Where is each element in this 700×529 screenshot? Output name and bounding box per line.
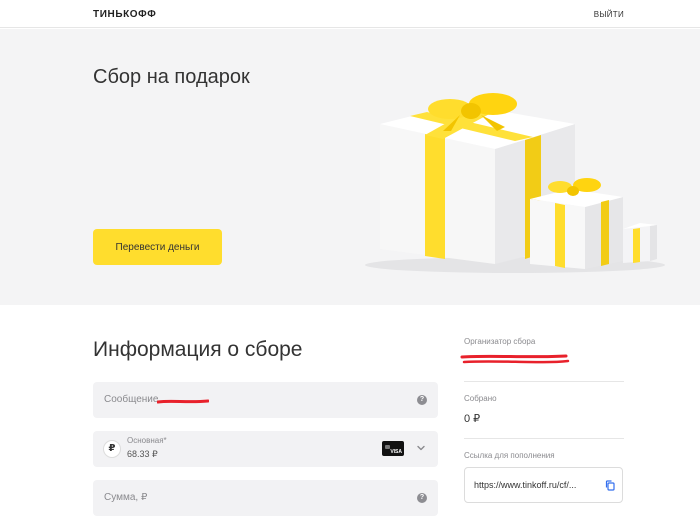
card-chip-icon	[385, 445, 390, 449]
ruble-icon: ₽	[103, 440, 121, 458]
copy-icon[interactable]	[605, 480, 615, 491]
chevron-down-icon[interactable]	[416, 443, 426, 453]
help-icon[interactable]: ?	[417, 493, 427, 503]
hero-banner: Сбор на подарок Перевести деньги	[0, 29, 700, 305]
organizer-redaction-mark	[460, 354, 570, 364]
share-link-field[interactable]: https://www.tinkoff.ru/cf/...	[464, 467, 623, 503]
top-bar: ТИНЬКОФФ ВЫЙТИ	[0, 0, 700, 28]
visa-card-icon: VISA	[382, 441, 404, 456]
message-field[interactable]: Сообщение ?	[93, 382, 438, 418]
divider	[464, 381, 624, 382]
amount-placeholder: Сумма, ₽	[104, 492, 148, 503]
share-link-text: https://www.tinkoff.ru/cf/...	[474, 480, 577, 490]
page-title: Сбор на подарок	[93, 66, 250, 88]
card-brand: VISA	[390, 449, 402, 455]
logout-button[interactable]: ВЫЙТИ	[594, 10, 624, 19]
divider	[464, 438, 624, 439]
section-title: Информация о сборе	[93, 338, 303, 361]
organizer-label: Организатор сбора	[464, 337, 536, 346]
message-placeholder: Сообщение	[104, 394, 159, 405]
link-label: Ссылка для пополнения	[464, 451, 555, 460]
collected-label: Собрано	[464, 394, 497, 403]
account-name: Основная*	[127, 436, 167, 445]
help-icon[interactable]: ?	[417, 395, 427, 405]
transfer-money-button[interactable]: Перевести деньги	[93, 229, 222, 265]
amount-field[interactable]: Сумма, ₽ ?	[93, 480, 438, 516]
collected-value: 0 ₽	[464, 413, 481, 425]
account-select[interactable]: ₽ Основная* 68.33 ₽ VISA	[93, 431, 438, 467]
redaction-mark	[157, 399, 209, 404]
tinkoff-logo[interactable]: ТИНЬКОФФ	[93, 9, 156, 20]
account-balance: 68.33 ₽	[127, 449, 158, 459]
gift-boxes-illustration	[365, 93, 665, 273]
